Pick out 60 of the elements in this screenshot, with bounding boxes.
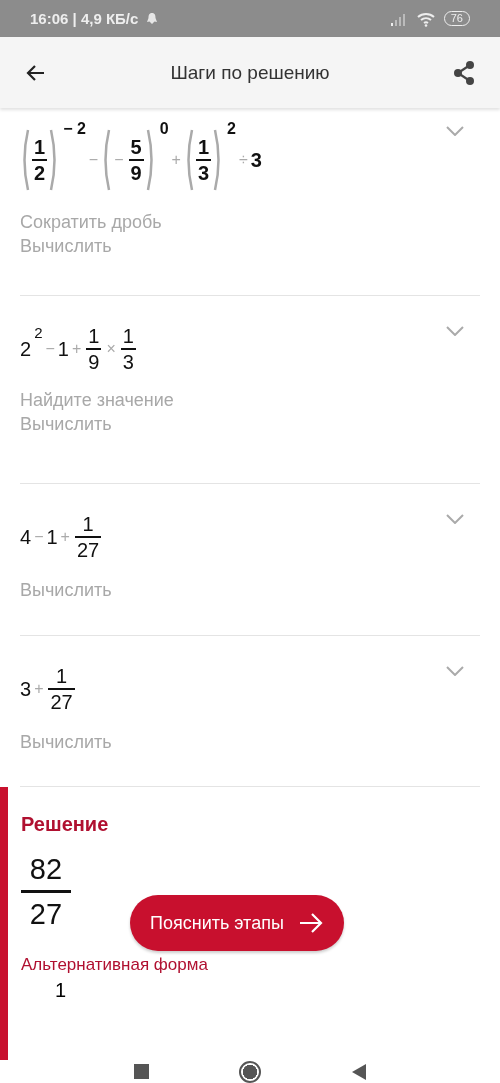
denominator: 9 <box>87 350 101 374</box>
exponent: 2 <box>227 120 236 138</box>
math-operator: + <box>171 151 181 169</box>
exponent: 0 <box>159 120 169 138</box>
fraction-bar <box>21 890 71 893</box>
math-number: 1 <box>46 525 58 549</box>
step-hint: Найдите значение <box>20 389 175 412</box>
exponent: 2 <box>34 323 43 341</box>
back-button[interactable] <box>350 1062 367 1081</box>
parenthesis-icon <box>213 128 223 192</box>
math-number: 4 <box>20 525 32 549</box>
numerator: 1 <box>55 979 67 1002</box>
numerator: 1 <box>55 664 69 688</box>
math-operator: + <box>71 340 82 358</box>
signal-icon <box>389 11 408 26</box>
wifi-icon <box>415 10 436 27</box>
math-operator: − <box>34 528 44 546</box>
math-number: 3 <box>250 148 262 172</box>
home-button[interactable] <box>238 1060 261 1083</box>
recents-button[interactable] <box>133 1064 149 1079</box>
alternative-form-label: Альтернативная форма <box>21 955 208 975</box>
numerator: 5 <box>129 135 143 159</box>
exponent: − 2 <box>63 120 86 138</box>
parenthesis-icon <box>145 128 156 192</box>
parenthesis-icon <box>20 128 30 192</box>
step-hint: Вычислить <box>20 731 113 754</box>
explain-steps-button[interactable]: Пояснить этапы <box>130 895 344 951</box>
share-icon[interactable] <box>452 59 476 86</box>
denominator: 27 <box>49 690 74 714</box>
numerator: 1 <box>87 324 101 348</box>
math-operator: − <box>114 151 124 169</box>
denominator: 2 <box>33 161 47 185</box>
solution-title: Решение <box>21 813 109 836</box>
parenthesis-icon <box>101 128 112 192</box>
numerator: 1 <box>81 512 95 536</box>
step-hint: Сократить дробь <box>20 211 163 234</box>
denominator: 3 <box>196 161 210 185</box>
denominator: 3 <box>121 350 135 374</box>
numerator: 1 <box>33 135 47 159</box>
math-number: 2 <box>20 337 32 361</box>
math-number: 3 <box>20 677 32 701</box>
math-operator: × <box>106 340 116 358</box>
math-operator: − <box>88 151 99 169</box>
step-hint: Вычислить <box>20 235 113 258</box>
denominator: 27 <box>29 897 63 931</box>
arrow-right-icon <box>297 912 324 934</box>
math-operator: + <box>34 680 44 698</box>
step-hint: Вычислить <box>20 413 113 436</box>
math-operator: − <box>45 340 55 358</box>
step-hint: Вычислить <box>20 579 113 602</box>
math-operator: ÷ <box>238 151 248 169</box>
screen-title: Шаги по решению <box>169 61 331 84</box>
numerator: 1 <box>121 324 135 348</box>
math-operator: + <box>60 528 70 546</box>
denominator: 27 <box>75 538 101 562</box>
math-number: 1 <box>57 337 69 361</box>
numerator: 1 <box>196 135 210 159</box>
denominator: 9 <box>129 161 143 185</box>
numerator: 82 <box>29 852 63 886</box>
status-text: 16:06 | 4,9 КБ/с <box>30 10 139 27</box>
